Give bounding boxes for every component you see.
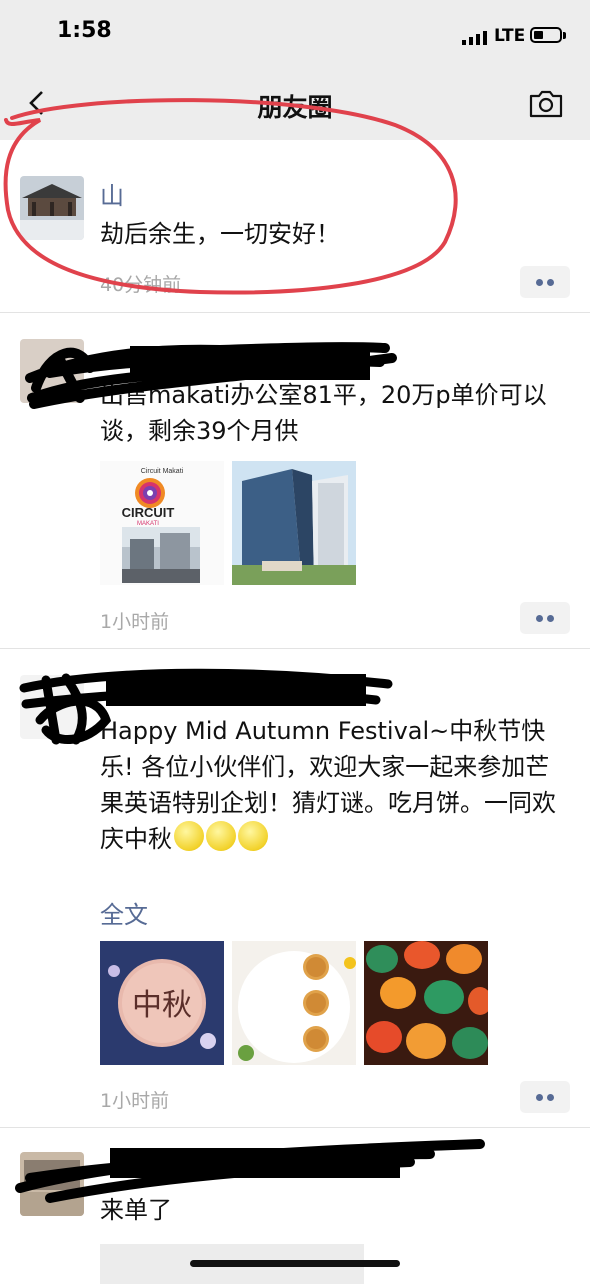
- status-time: 1:58: [57, 18, 112, 43]
- signal-icon: [462, 31, 487, 45]
- battery-nub: [563, 32, 566, 39]
- redaction-scribble: [15, 1139, 485, 1203]
- post-image[interactable]: [232, 941, 356, 1065]
- moon-emoji-icon: [174, 821, 204, 851]
- post-image[interactable]: [364, 941, 488, 1065]
- more-options-button[interactable]: [520, 602, 570, 634]
- redaction-scribble: [25, 342, 397, 409]
- post-image[interactable]: Circuit Makati CIRCUIT MAKATI: [100, 461, 224, 585]
- more-options-button[interactable]: [520, 266, 570, 298]
- more-options-button[interactable]: [520, 1081, 570, 1113]
- network-label: LTE: [494, 26, 526, 46]
- post-image[interactable]: 中秋: [100, 941, 224, 1065]
- post-image[interactable]: [232, 461, 356, 585]
- image-logo-text: CIRCUIT: [122, 505, 175, 520]
- redaction-scribble: [19, 668, 393, 745]
- home-indicator: [190, 1260, 400, 1267]
- post-time: 1小时前: [100, 611, 170, 633]
- image-logo-subtext: MAKATI: [137, 521, 159, 527]
- post-time: 1小时前: [100, 1090, 170, 1112]
- image-caption: 中秋: [132, 988, 192, 1023]
- image-caption: Circuit Makati: [141, 468, 184, 475]
- annotation-circle: [3, 98, 458, 295]
- camera-icon[interactable]: [528, 88, 564, 120]
- battery-icon: [530, 27, 562, 43]
- moon-emoji-icon: [238, 821, 268, 851]
- moon-emoji-icon: [206, 821, 236, 851]
- full-text-link[interactable]: 全文: [100, 895, 148, 930]
